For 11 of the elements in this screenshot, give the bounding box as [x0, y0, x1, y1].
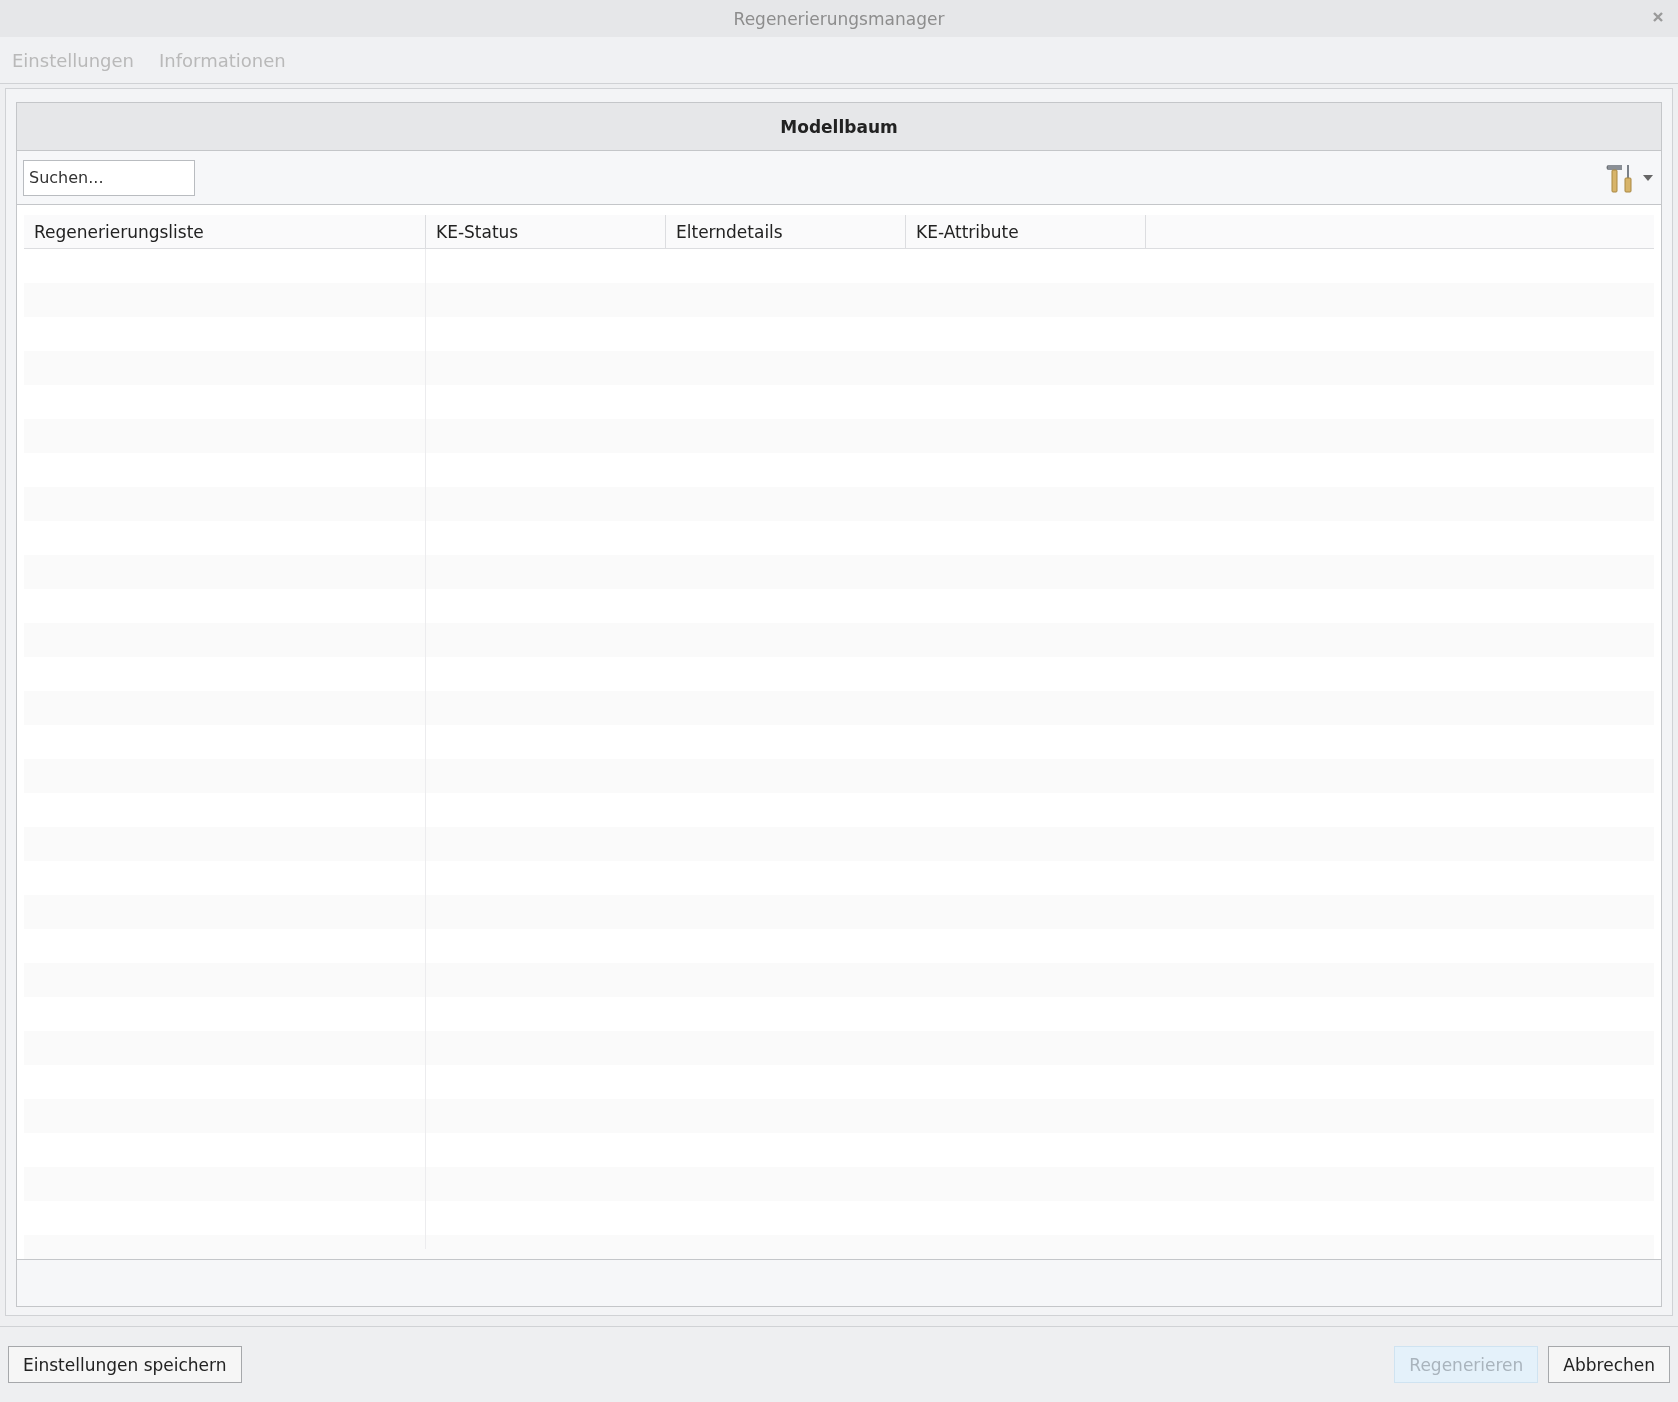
column-header[interactable]: Elterndetails [666, 215, 906, 248]
column-header[interactable]: Regenerierungsliste [24, 215, 426, 248]
dialog-button[interactable]: Abbrechen [1548, 1346, 1670, 1383]
search-field[interactable]: Suchen... [23, 159, 195, 196]
column-header[interactable]: KE-Attribute [906, 215, 1146, 248]
close-icon[interactable] [1652, 11, 1664, 23]
panel-title: Modellbaum [780, 116, 898, 137]
window-title: Regenerierungsmanager [733, 8, 945, 29]
column-header[interactable]: KE-Status [426, 215, 666, 248]
dropdown-caret-icon[interactable] [1643, 174, 1653, 181]
save-settings-button[interactable]: Einstellungen speichern [8, 1346, 242, 1383]
